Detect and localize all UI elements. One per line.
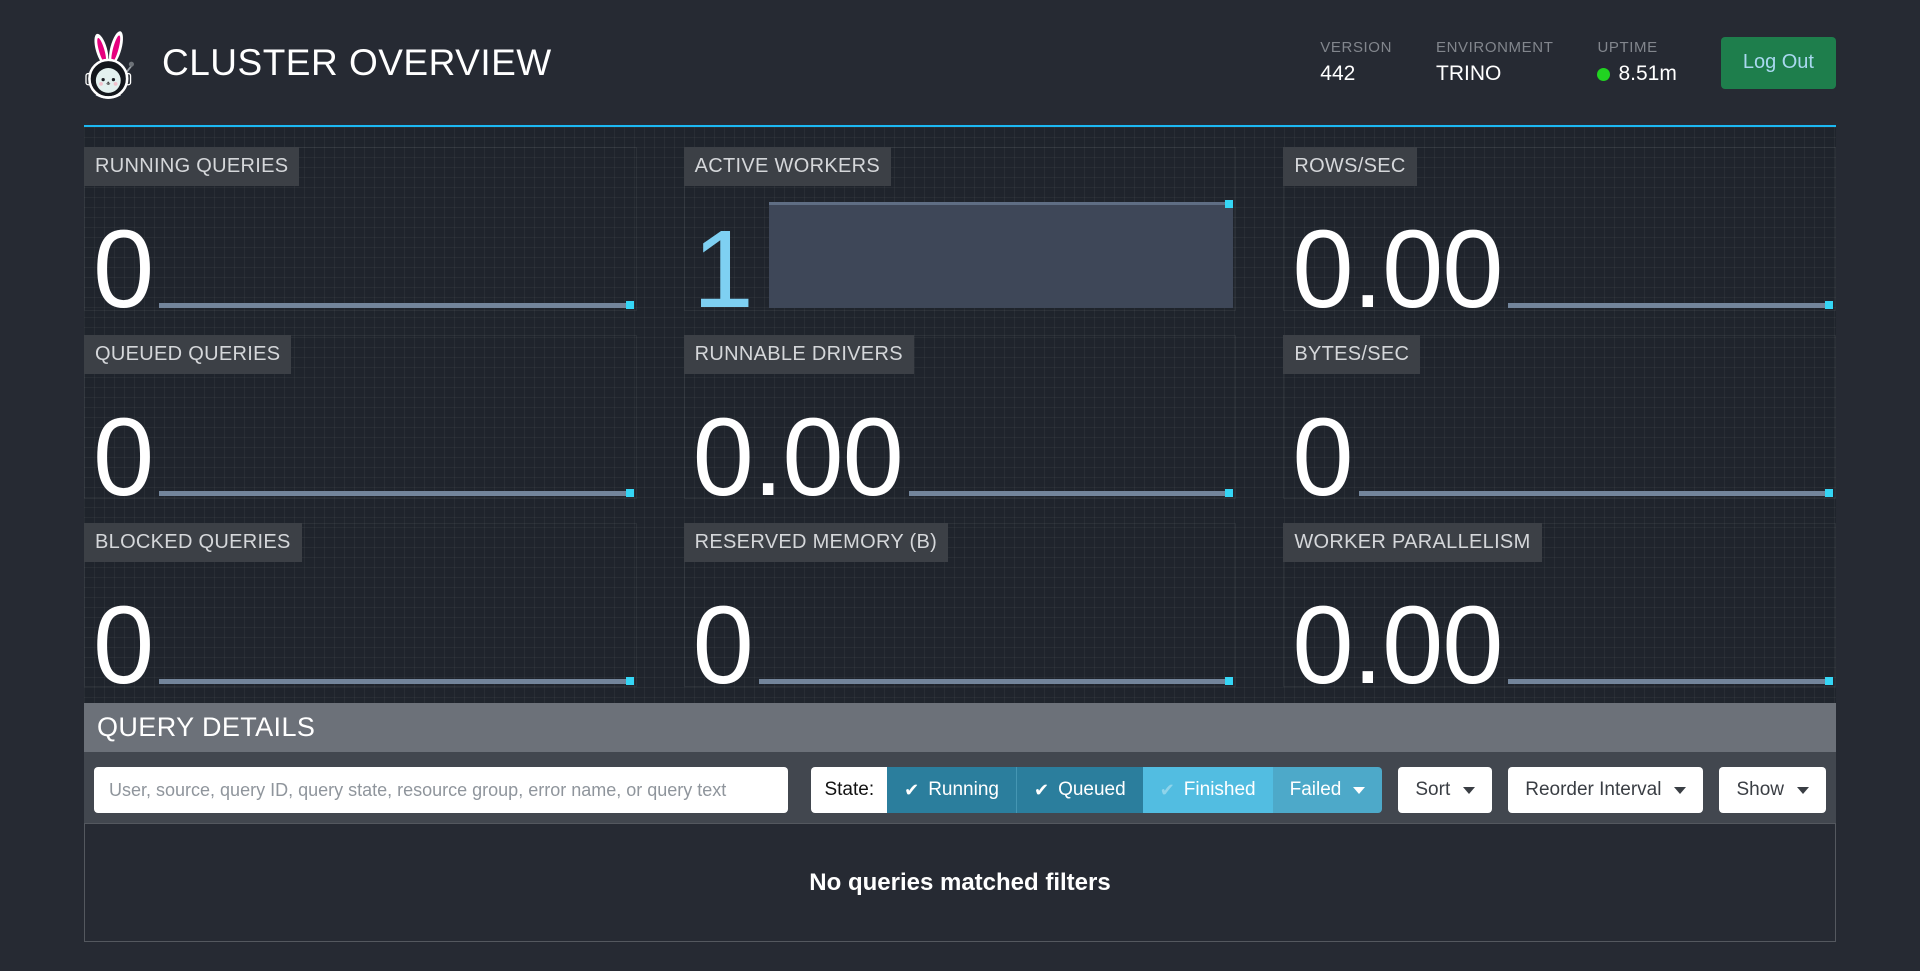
stat-card-queued-queries: QUEUED QUERIES 0 bbox=[84, 335, 637, 499]
logout-button[interactable]: Log Out bbox=[1721, 37, 1836, 89]
empty-state-message: No queries matched filters bbox=[809, 869, 1110, 897]
header-meta: VERSION 442 ENVIRONMENT TRINO UPTIME 8.5… bbox=[1320, 37, 1836, 89]
chevron-down-icon bbox=[1674, 787, 1686, 794]
stat-value: 0 bbox=[93, 230, 153, 310]
sparkline-chart bbox=[159, 679, 633, 684]
query-details-toolbar: State: ✔ Running ✔ Queued ✔ Finished Fai… bbox=[84, 752, 1836, 823]
stat-label: ACTIVE WORKERS bbox=[684, 147, 891, 186]
stat-card-worker-parallelism: WORKER PARALLELISM 0.00 bbox=[1283, 523, 1836, 687]
stat-card-running-queries: RUNNING QUERIES 0 bbox=[84, 147, 637, 311]
stat-label: RESERVED MEMORY (B) bbox=[684, 523, 948, 562]
header: CLUSTER OVERVIEW VERSION 442 ENVIRONMENT… bbox=[84, 0, 1836, 127]
stat-card-reserved-memory: RESERVED MEMORY (B) 0 bbox=[684, 523, 1237, 687]
stat-value: 0.00 bbox=[1292, 230, 1502, 310]
stat-value: 0.00 bbox=[1292, 606, 1502, 686]
version-value: 442 bbox=[1320, 62, 1392, 86]
sparkline-chart bbox=[1508, 303, 1833, 308]
stat-card-active-workers: ACTIVE WORKERS 1 bbox=[684, 147, 1237, 311]
uptime-label: UPTIME bbox=[1597, 39, 1676, 56]
stat-label: ROWS/SEC bbox=[1283, 147, 1416, 186]
query-details-title: QUERY DETAILS bbox=[97, 712, 315, 743]
chevron-down-icon bbox=[1797, 787, 1809, 794]
stat-card-rows-sec: ROWS/SEC 0.00 bbox=[1283, 147, 1836, 311]
stat-value: 0 bbox=[93, 418, 153, 498]
uptime-value: 8.51m bbox=[1618, 62, 1676, 86]
stat-value: 1 bbox=[693, 230, 753, 310]
sparkline-chart bbox=[1508, 679, 1833, 684]
stat-label: BLOCKED QUERIES bbox=[84, 523, 302, 562]
state-filter-label: State: bbox=[811, 767, 887, 813]
sparkline-chart bbox=[159, 491, 633, 496]
stat-label: QUEUED QUERIES bbox=[84, 335, 291, 374]
chevron-down-icon bbox=[1463, 787, 1475, 794]
stat-value: 0 bbox=[93, 606, 153, 686]
stat-label: RUNNABLE DRIVERS bbox=[684, 335, 914, 374]
state-filter-failed-dropdown[interactable]: Failed bbox=[1273, 767, 1383, 813]
version-block: VERSION 442 bbox=[1320, 39, 1392, 86]
show-dropdown-button[interactable]: Show bbox=[1719, 767, 1826, 813]
state-filter-finished[interactable]: ✔ Finished bbox=[1143, 767, 1273, 813]
trino-bunny-logo bbox=[84, 29, 136, 101]
state-filter-running[interactable]: ✔ Running bbox=[887, 767, 1016, 813]
stat-label: RUNNING QUERIES bbox=[84, 147, 299, 186]
page-title: CLUSTER OVERVIEW bbox=[162, 42, 552, 84]
state-filter-group: State: ✔ Running ✔ Queued ✔ Finished Fai… bbox=[811, 767, 1382, 813]
version-label: VERSION bbox=[1320, 39, 1392, 56]
uptime-status-dot bbox=[1597, 68, 1610, 81]
stat-value: 0 bbox=[1292, 418, 1352, 498]
stat-value: 0 bbox=[693, 606, 753, 686]
stat-label: WORKER PARALLELISM bbox=[1283, 523, 1541, 562]
check-icon: ✔ bbox=[1034, 780, 1049, 801]
stat-card-blocked-queries: BLOCKED QUERIES 0 bbox=[84, 523, 637, 687]
sparkline-chart bbox=[1359, 491, 1833, 496]
environment-value: TRINO bbox=[1436, 62, 1553, 86]
page: CLUSTER OVERVIEW VERSION 442 ENVIRONMENT… bbox=[0, 0, 1920, 942]
stat-card-runnable-drivers: RUNNABLE DRIVERS 0.00 bbox=[684, 335, 1237, 499]
sparkline-area-chart bbox=[769, 202, 1233, 308]
sparkline-chart bbox=[759, 679, 1233, 684]
uptime-block: UPTIME 8.51m bbox=[1597, 39, 1676, 86]
state-filter-queued[interactable]: ✔ Queued bbox=[1016, 767, 1143, 813]
sort-dropdown-button[interactable]: Sort bbox=[1398, 767, 1492, 813]
sparkline-chart bbox=[909, 491, 1234, 496]
sparkline-chart bbox=[159, 303, 633, 308]
stat-card-bytes-sec: BYTES/SEC 0 bbox=[1283, 335, 1836, 499]
chevron-down-icon bbox=[1353, 787, 1365, 794]
query-details-header: QUERY DETAILS bbox=[84, 703, 1836, 752]
check-icon: ✔ bbox=[1160, 780, 1175, 801]
environment-label: ENVIRONMENT bbox=[1436, 39, 1553, 56]
query-list-panel: No queries matched filters bbox=[84, 823, 1836, 942]
environment-block: ENVIRONMENT TRINO bbox=[1436, 39, 1553, 86]
cluster-stats-grid: RUNNING QUERIES 0 ACTIVE WORKERS 1 ROWS/… bbox=[84, 127, 1836, 703]
query-search-input[interactable] bbox=[94, 767, 788, 813]
check-icon: ✔ bbox=[904, 780, 919, 801]
stat-value: 0.00 bbox=[693, 418, 903, 498]
stat-label: BYTES/SEC bbox=[1283, 335, 1420, 374]
reorder-interval-dropdown-button[interactable]: Reorder Interval bbox=[1508, 767, 1703, 813]
